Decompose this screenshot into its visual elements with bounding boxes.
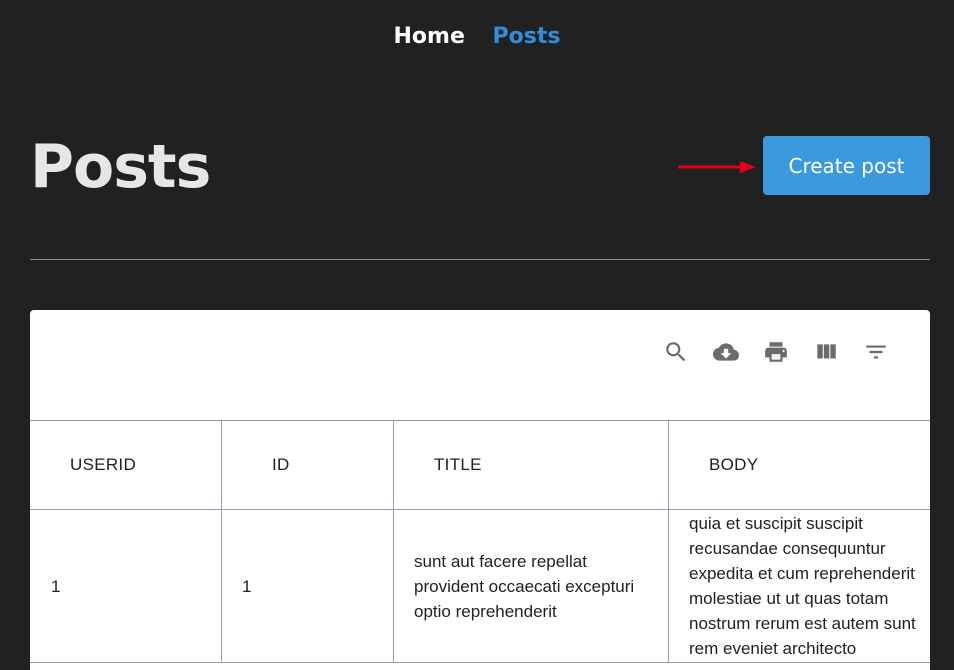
cell-title: sunt aut facere repellat provident occae… [393, 509, 669, 663]
column-header-title[interactable]: TITLE [393, 420, 669, 510]
cell-userid: 1 [30, 509, 222, 663]
column-header-body[interactable]: BODY [668, 420, 930, 510]
view-columns-icon [817, 344, 836, 359]
posts-table-card: USERID ID TITLE BODY 1 1 sunt aut facere… [30, 310, 930, 670]
view-columns-button[interactable] [812, 338, 840, 366]
search-button[interactable] [662, 338, 690, 366]
posts-table: USERID ID TITLE BODY 1 1 sunt aut facere… [30, 420, 930, 663]
nav-link-home[interactable]: Home [394, 24, 465, 49]
table-header-row: USERID ID TITLE BODY [30, 420, 930, 510]
cell-body: quia et suscipit suscipit recusandae con… [668, 509, 930, 663]
create-post-button[interactable]: Create post [763, 136, 930, 195]
filter-list-icon [866, 345, 886, 359]
print-button[interactable] [762, 338, 790, 366]
column-header-id[interactable]: ID [221, 420, 394, 510]
cloud-download-icon [713, 343, 739, 361]
arrow-annotation-icon [678, 161, 756, 173]
print-icon [765, 342, 787, 362]
table-row[interactable]: 1 1 sunt aut facere repellat provident o… [30, 509, 930, 663]
column-header-userid[interactable]: USERID [30, 420, 222, 510]
nav-link-posts[interactable]: Posts [493, 24, 561, 49]
page-title: Posts [30, 132, 211, 202]
top-nav: Home Posts [0, 24, 954, 49]
search-icon [666, 342, 686, 362]
filter-button[interactable] [862, 338, 890, 366]
divider [30, 259, 930, 260]
download-button[interactable] [712, 338, 740, 366]
cell-id: 1 [221, 509, 394, 663]
table-toolbar [662, 338, 890, 366]
